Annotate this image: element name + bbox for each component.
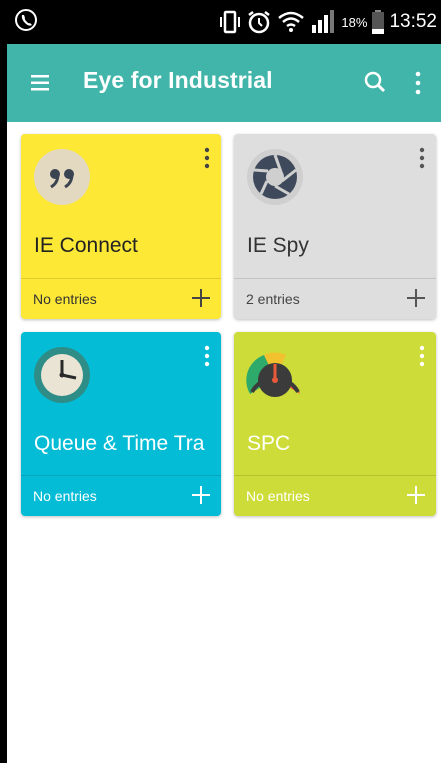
phone-screen: 18% 13:52 Eye for Industrial IE Connect … [7, 0, 441, 763]
add-icon[interactable] [406, 288, 426, 308]
vibrate-icon [220, 10, 241, 34]
alarm-icon [248, 11, 271, 34]
card-menu-icon[interactable] [417, 146, 427, 172]
card-menu-icon[interactable] [202, 146, 212, 172]
viber-icon [15, 9, 37, 31]
card-menu-icon[interactable] [417, 344, 427, 370]
clock: 13:52 [389, 11, 437, 32]
card-footer: No entries [21, 278, 221, 319]
signal-icon [312, 10, 335, 33]
entries-count: 2 entries [246, 291, 300, 307]
wifi-icon [278, 11, 305, 32]
battery-percent: 18% [341, 14, 368, 30]
entries-count: No entries [33, 488, 97, 504]
card-footer: No entries [234, 475, 436, 516]
entries-count: No entries [33, 291, 97, 307]
aperture-icon [247, 149, 303, 205]
gauge-icon [246, 352, 300, 397]
card-queue-time[interactable]: Queue & Time Tra No entries [21, 332, 221, 516]
card-menu-icon[interactable] [202, 344, 212, 370]
app-title: Eye for Industrial [83, 67, 273, 93]
card-title: IE Spy [247, 234, 309, 257]
add-icon[interactable] [406, 485, 426, 505]
card-spc[interactable]: SPC No entries [234, 332, 436, 516]
search-icon[interactable] [361, 68, 389, 96]
card-title: Queue & Time Tra [34, 432, 205, 455]
status-bar: 18% 13:52 [7, 0, 441, 44]
card-ie-spy[interactable]: IE Spy 2 entries [234, 134, 436, 319]
quote-icon [34, 149, 90, 205]
add-icon[interactable] [191, 288, 211, 308]
card-ie-connect[interactable]: IE Connect No entries [21, 134, 221, 319]
card-footer: No entries [21, 475, 221, 516]
more-options-icon[interactable] [411, 68, 425, 98]
card-title: SPC [247, 432, 291, 455]
add-icon[interactable] [191, 485, 211, 505]
card-footer: 2 entries [234, 278, 436, 319]
card-title: IE Connect [34, 234, 138, 257]
clock-icon [34, 347, 90, 403]
entries-count: No entries [246, 488, 310, 504]
battery-icon [372, 10, 385, 34]
app-bar: Eye for Industrial [7, 44, 441, 122]
menu-icon[interactable] [29, 71, 57, 95]
